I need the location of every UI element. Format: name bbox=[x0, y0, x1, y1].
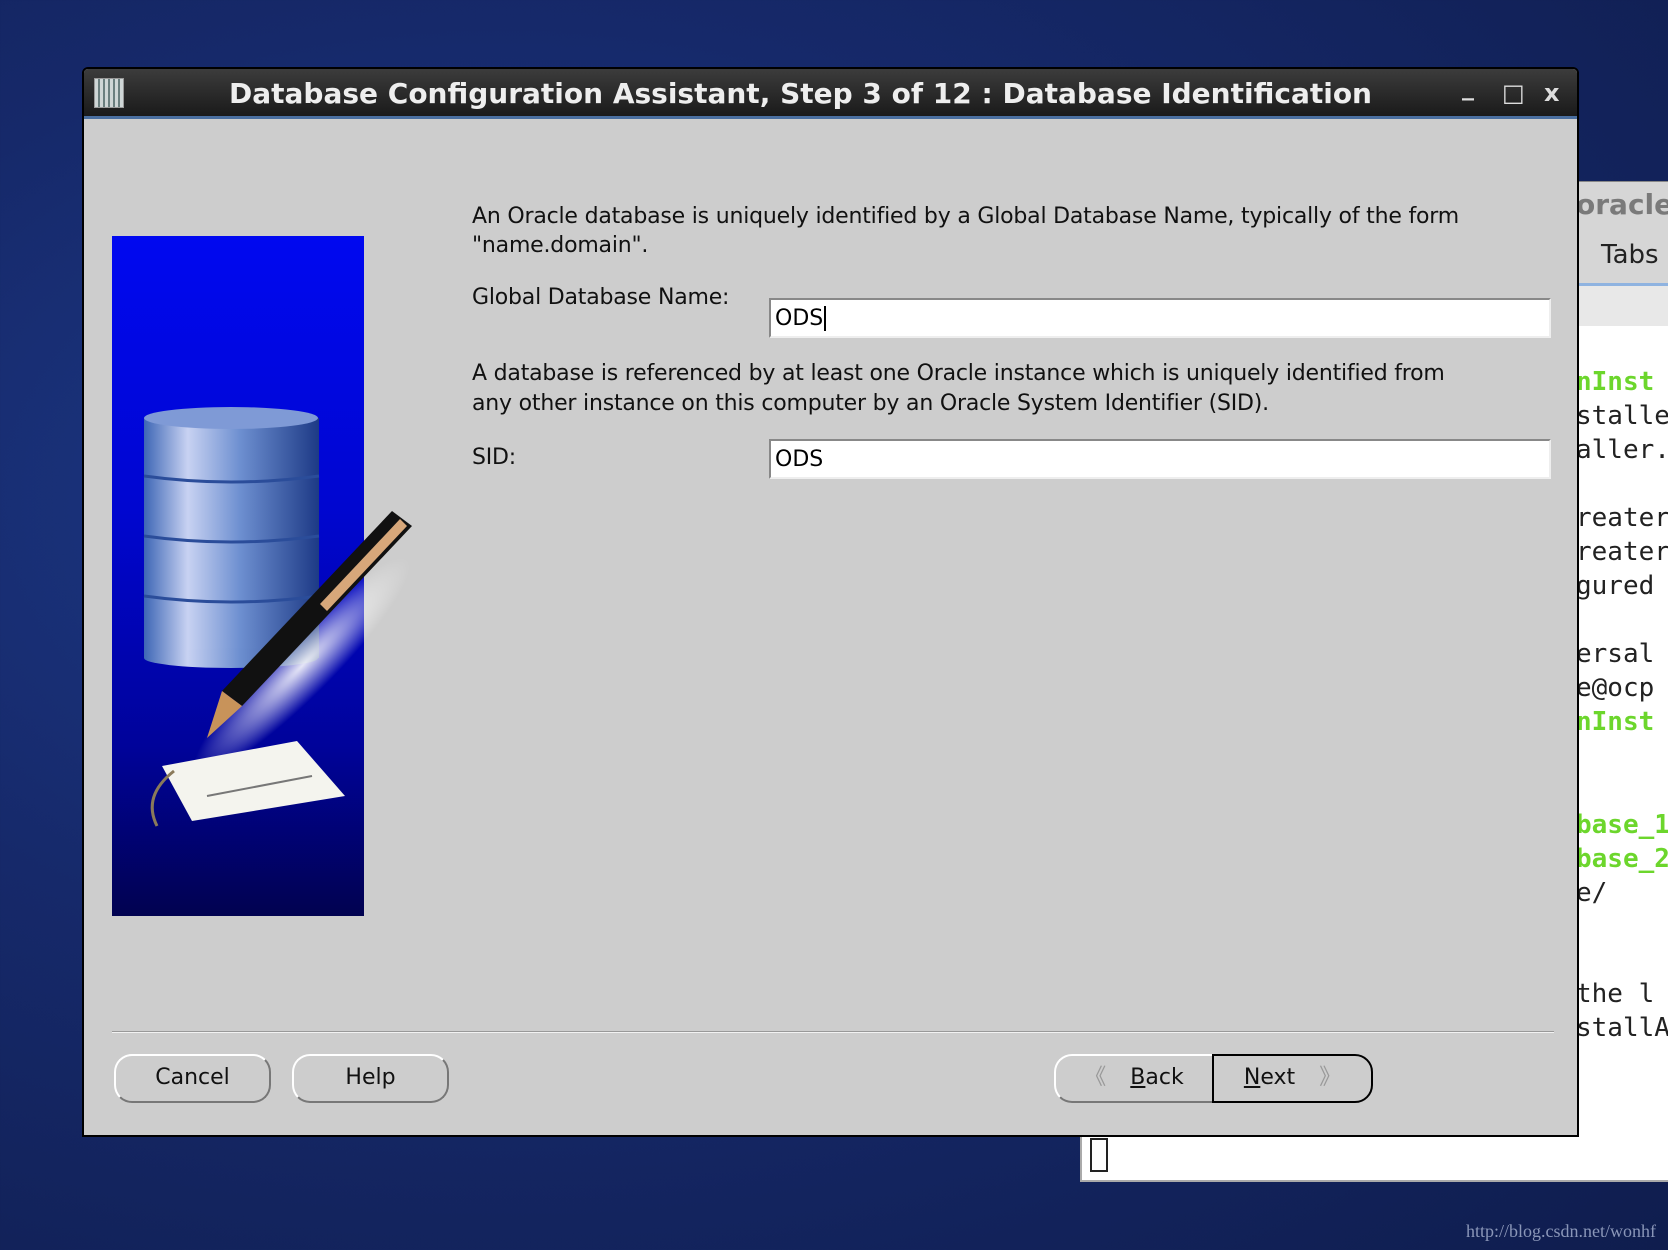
sid-label: SID: bbox=[472, 445, 517, 470]
minimize-button[interactable]: _ bbox=[1462, 73, 1474, 101]
cancel-button[interactable]: Cancel bbox=[114, 1054, 271, 1103]
close-button[interactable]: x bbox=[1544, 79, 1559, 107]
chevron-left-icon: 《 bbox=[1084, 1065, 1107, 1090]
terminal-line: stalle bbox=[1576, 401, 1668, 431]
sid-info-line2: any other instance on this computer by a… bbox=[472, 391, 1269, 416]
next-button[interactable]: Next 》 bbox=[1212, 1054, 1373, 1103]
terminal-line: reater bbox=[1576, 503, 1668, 533]
intro-text-line2: "name.domain". bbox=[472, 233, 649, 258]
back-button[interactable]: 《 Back bbox=[1054, 1054, 1214, 1103]
watermark: http://blog.csdn.net/wonhf bbox=[1466, 1221, 1656, 1241]
terminal-title: oracle bbox=[1576, 188, 1668, 221]
terminal-line: gured bbox=[1576, 571, 1655, 601]
terminal-input-area[interactable] bbox=[1080, 1130, 1668, 1182]
terminal-line: nInst bbox=[1576, 707, 1655, 737]
text-caret bbox=[824, 306, 827, 331]
database-illustration bbox=[112, 236, 412, 916]
sid-input[interactable]: ODS bbox=[769, 439, 1551, 479]
sid-info-line1: A database is referenced by at least one… bbox=[472, 361, 1445, 386]
global-db-name-input[interactable]: ODS bbox=[769, 298, 1551, 338]
terminal-line: base_1 bbox=[1576, 810, 1668, 840]
chevron-right-icon: 》 bbox=[1319, 1065, 1342, 1090]
terminal-menu-tabs[interactable]: Tabs bbox=[1601, 240, 1659, 270]
next-mnemonic: N bbox=[1243, 1065, 1261, 1090]
database-pen-icon bbox=[143, 407, 412, 827]
help-button[interactable]: Help bbox=[292, 1054, 449, 1103]
terminal-line: e/ bbox=[1576, 878, 1608, 908]
next-label: ext bbox=[1260, 1065, 1296, 1090]
terminal-line: stallA bbox=[1576, 1013, 1668, 1043]
terminal-line: reater bbox=[1576, 537, 1668, 567]
terminal-line: aller. bbox=[1576, 435, 1668, 465]
sid-value: ODS bbox=[775, 447, 824, 472]
terminal-line: base_2 bbox=[1576, 844, 1668, 874]
maximize-button[interactable]: □ bbox=[1502, 79, 1525, 107]
terminal-line: e@ocp bbox=[1576, 673, 1655, 703]
terminal-cursor bbox=[1090, 1138, 1108, 1172]
back-label: Back bbox=[1130, 1065, 1184, 1090]
separator bbox=[112, 1031, 1554, 1033]
terminal-line: ersal bbox=[1576, 639, 1655, 669]
window-title: Database Configuration Assistant, Step 3… bbox=[229, 77, 1372, 110]
terminal-line: the l bbox=[1576, 979, 1655, 1009]
global-db-name-value: ODS bbox=[775, 306, 824, 331]
title-bar[interactable]: Database Configuration Assistant, Step 3… bbox=[84, 69, 1577, 119]
terminal-line: nInst bbox=[1576, 367, 1655, 397]
intro-text-line1: An Oracle database is uniquely identifie… bbox=[472, 204, 1459, 229]
dbca-dialog: Database Configuration Assistant, Step 3… bbox=[82, 67, 1579, 1137]
global-db-name-label: Global Database Name: bbox=[472, 285, 730, 310]
